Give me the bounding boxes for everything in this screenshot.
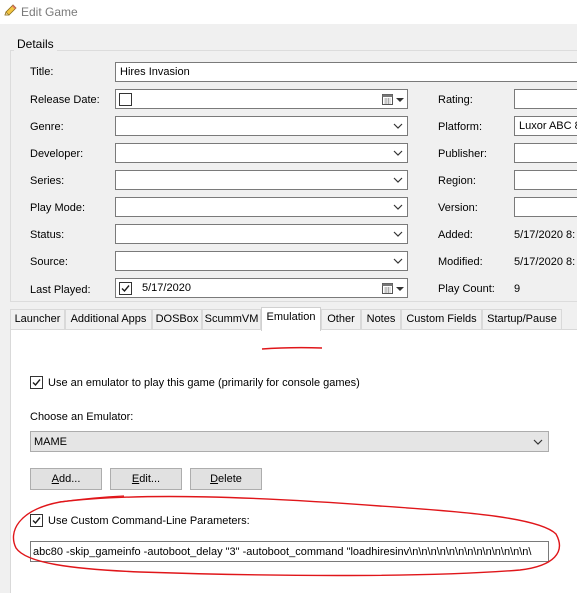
- custom-params-label[interactable]: Use Custom Command-Line Parameters:: [48, 515, 250, 527]
- use-emulator-label[interactable]: Use an emulator to play this game (prima…: [48, 377, 360, 389]
- command-line-value: abc80 -skip_gameinfo -autoboot_delay "3"…: [33, 546, 532, 558]
- rating-input[interactable]: [514, 89, 577, 109]
- chevron-down-icon: [393, 123, 403, 129]
- platform-value: Luxor ABC 80: [519, 120, 577, 132]
- calendar-icon[interactable]: [382, 94, 393, 105]
- source-combo[interactable]: [115, 251, 408, 271]
- developer-combo[interactable]: [115, 143, 408, 163]
- chevron-down-icon: [393, 177, 403, 183]
- tab-additional-apps[interactable]: Additional Apps: [65, 309, 152, 329]
- release-date-label: Release Date:: [30, 94, 100, 106]
- modified-label: Modified:: [438, 256, 483, 268]
- genre-label: Genre:: [30, 121, 64, 133]
- play-count-value: 9: [514, 283, 521, 295]
- rating-label: Rating:: [438, 94, 473, 106]
- checkmark-icon: [32, 379, 41, 387]
- title-bar: Edit Game: [0, 0, 577, 24]
- chevron-down-icon[interactable]: [396, 98, 404, 102]
- status-label: Status:: [30, 229, 65, 241]
- chevron-down-icon: [533, 439, 543, 445]
- use-emulator-checkbox[interactable]: [30, 376, 43, 389]
- tab-notes[interactable]: Notes: [361, 309, 401, 329]
- chevron-down-icon: [393, 150, 403, 156]
- play-count-label: Play Count:: [438, 283, 495, 295]
- last-played-checkbox[interactable]: [119, 282, 132, 295]
- added-value: 5/17/2020 8:: [514, 229, 576, 241]
- custom-params-checkbox[interactable]: [30, 514, 43, 527]
- series-label: Series:: [30, 175, 65, 187]
- chevron-down-icon[interactable]: [396, 287, 404, 291]
- details-group-label: Details: [14, 37, 57, 51]
- title-input-value: Hires Invasion: [120, 66, 190, 78]
- tab-launcher[interactable]: Launcher: [10, 309, 65, 329]
- release-date-picker[interactable]: [115, 89, 408, 109]
- delete-emulator-button[interactable]: Delete: [190, 468, 262, 490]
- publisher-label: Publisher:: [438, 148, 487, 160]
- last-played-picker[interactable]: 5/17/2020: [115, 278, 408, 298]
- last-played-label: Last Played:: [30, 284, 91, 296]
- window-title: Edit Game: [21, 5, 78, 19]
- checkmark-icon: [32, 517, 41, 525]
- chevron-down-icon: [393, 204, 403, 210]
- region-combo[interactable]: [514, 170, 577, 190]
- status-combo[interactable]: [115, 224, 408, 244]
- tab-custom-fields[interactable]: Custom Fields: [401, 309, 482, 329]
- chevron-down-icon: [393, 231, 403, 237]
- title-label: Title:: [30, 66, 54, 78]
- command-line-input[interactable]: abc80 -skip_gameinfo -autoboot_delay "3"…: [30, 541, 549, 562]
- publisher-combo[interactable]: [514, 143, 577, 163]
- title-input[interactable]: Hires Invasion: [115, 62, 577, 82]
- source-label: Source:: [30, 256, 68, 268]
- series-combo[interactable]: [115, 170, 408, 190]
- platform-label: Platform:: [438, 121, 483, 133]
- tab-startup-pause[interactable]: Startup/Pause: [482, 309, 562, 329]
- play-mode-combo[interactable]: [115, 197, 408, 217]
- version-input[interactable]: [514, 197, 577, 217]
- add-emulator-button[interactable]: Add...: [30, 468, 102, 490]
- version-label: Version:: [438, 202, 478, 214]
- choose-emulator-label: Choose an Emulator:: [30, 411, 134, 423]
- checkmark-icon: [121, 285, 130, 293]
- edit-emulator-button[interactable]: Edit...: [110, 468, 182, 490]
- emulator-select-value: MAME: [34, 436, 67, 448]
- calendar-icon[interactable]: [382, 283, 393, 294]
- edit-pencil-icon: [4, 4, 17, 16]
- chevron-down-icon: [393, 258, 403, 264]
- region-label: Region:: [438, 175, 476, 187]
- tab-dosbox[interactable]: DOSBox: [152, 309, 202, 329]
- emulator-select[interactable]: MAME: [30, 431, 549, 452]
- tab-emulation[interactable]: Emulation: [261, 307, 321, 331]
- last-played-value: 5/17/2020: [142, 282, 191, 294]
- tab-scummvm[interactable]: ScummVM: [202, 309, 261, 329]
- tab-other[interactable]: Other: [321, 309, 361, 329]
- release-date-checkbox[interactable]: [119, 93, 132, 106]
- platform-combo[interactable]: Luxor ABC 80: [514, 116, 577, 136]
- genre-combo[interactable]: [115, 116, 408, 136]
- developer-label: Developer:: [30, 148, 84, 160]
- modified-value: 5/17/2020 8:: [514, 256, 576, 268]
- added-label: Added:: [438, 229, 473, 241]
- play-mode-label: Play Mode:: [30, 202, 86, 214]
